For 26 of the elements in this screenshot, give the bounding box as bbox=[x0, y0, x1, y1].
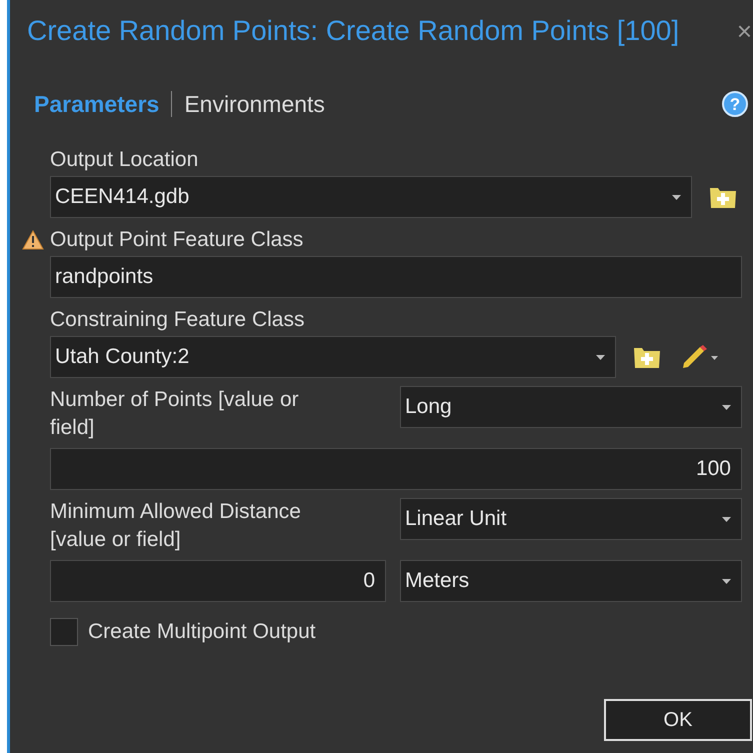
close-button[interactable]: × bbox=[736, 18, 752, 44]
type-dropdown[interactable]: Linear Unit bbox=[400, 498, 742, 540]
tab[interactable]: Environments bbox=[184, 86, 325, 122]
number-field[interactable]: 100 bbox=[50, 448, 742, 490]
type-dropdown[interactable]: Long bbox=[400, 386, 742, 428]
number-field[interactable]: 0 bbox=[50, 560, 386, 602]
tab[interactable]: Parameters bbox=[34, 86, 160, 122]
parameter-label: Number of Points [value or field] bbox=[50, 387, 300, 441]
checkbox-label: Create Multipoint Output bbox=[88, 619, 316, 645]
parameter-label: Output Point Feature Class bbox=[50, 227, 304, 253]
caret-icon bbox=[722, 516, 731, 522]
text-field[interactable]: randpoints bbox=[50, 256, 742, 298]
window-title: Create Random Points: Create Random Points [100] bbox=[27, 14, 680, 48]
caret-icon bbox=[722, 404, 731, 410]
dropdown-field[interactable]: CEEN414.gdb bbox=[50, 176, 692, 218]
checkbox[interactable] bbox=[50, 618, 78, 646]
unit-dropdown[interactable]: Meters bbox=[400, 560, 742, 602]
parameter-label: Minimum Allowed Distance [value or field] bbox=[50, 499, 302, 553]
caret-icon bbox=[722, 578, 731, 584]
dropdown-field[interactable]: Utah County:2 bbox=[50, 336, 616, 378]
pencil-icon[interactable] bbox=[680, 344, 720, 370]
ok-button[interactable]: OK bbox=[604, 699, 752, 741]
caret-icon bbox=[672, 194, 681, 200]
parameter-label: Constraining Feature Class bbox=[50, 307, 304, 333]
parameter-label: Output Location bbox=[50, 147, 198, 173]
caret-icon bbox=[596, 354, 605, 360]
